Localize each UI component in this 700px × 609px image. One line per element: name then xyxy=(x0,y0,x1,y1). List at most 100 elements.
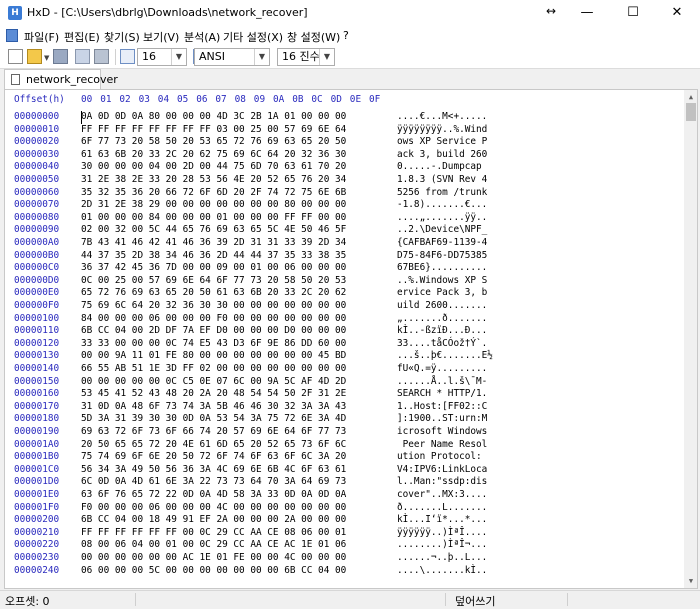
row-decoded-text[interactable]: „.......ð....... xyxy=(397,313,487,324)
row-hex-bytes[interactable]: 53 45 41 52 43 48 20 2A 20 48 54 54 50 2… xyxy=(81,388,346,399)
row-hex-bytes[interactable]: 01 00 00 00 84 00 00 00 01 00 00 00 FF F… xyxy=(81,212,346,223)
row-decoded-text[interactable]: ution Protocol: xyxy=(397,451,487,462)
row-hex-bytes[interactable]: 35 32 35 36 20 66 72 6F 6D 20 2F 74 72 7… xyxy=(81,187,346,198)
row-hex-bytes[interactable]: 6F 77 73 20 58 50 20 53 65 72 76 69 63 6… xyxy=(81,136,346,147)
row-hex-bytes[interactable]: 33 33 00 00 00 0C 74 E5 43 D3 6F 9E 86 D… xyxy=(81,338,346,349)
row-decoded-text[interactable]: ......Å..l.š\¯M- xyxy=(397,376,487,387)
row-decoded-text[interactable]: Peer Name Resol xyxy=(397,439,488,450)
row-hex-bytes[interactable]: FF FF FF FF FF FF 00 0C 29 CC AA CE 08 0… xyxy=(81,527,346,538)
row-decoded-text[interactable]: 33....tåCÓož†Ý`. xyxy=(397,338,487,349)
row-decoded-text[interactable]: ervice Pack 3, b xyxy=(397,287,487,298)
menu-view[interactable]: 보기(V) xyxy=(143,29,179,45)
row-decoded-text[interactable]: ..2.\Device\NPF_ xyxy=(397,224,487,235)
row-hex-bytes[interactable]: 00 00 00 00 00 0C C5 0E 07 6C 00 9A 5C A… xyxy=(81,376,346,387)
offset-base-select[interactable]: 16 진수 ▼ xyxy=(277,48,335,66)
menu-window[interactable]: 창 설정(W) xyxy=(287,29,340,45)
menu-search[interactable]: 찾기(S) xyxy=(104,29,140,45)
menu-edit[interactable]: 편집(E) xyxy=(64,29,100,45)
row-decoded-text[interactable]: cover"..MX:3.... xyxy=(397,489,487,500)
row-decoded-text[interactable]: 1..Host:[FF02::C xyxy=(397,401,487,412)
row-decoded-text[interactable]: l..Man:"ssdp:dis xyxy=(397,476,487,487)
row-hex-bytes[interactable]: 6C 0D 0A 4D 61 6E 3A 22 73 73 64 70 3A 6… xyxy=(81,476,346,487)
row-decoded-text[interactable]: 1.8.3 (SVN Rev 4 xyxy=(397,174,487,185)
row-hex-bytes[interactable]: 7B 43 41 46 42 41 46 36 39 2D 31 31 33 3… xyxy=(81,237,346,248)
row-decoded-text[interactable]: D75-84F6-DD75385 xyxy=(397,250,487,261)
vertical-scrollbar[interactable]: ▲ ▼ xyxy=(684,90,697,588)
row-decoded-text[interactable]: 67BE6}.......... xyxy=(397,262,487,273)
row-decoded-text[interactable]: ....„.......ÿÿ.. xyxy=(397,212,487,223)
row-decoded-text[interactable]: ack 3, build 260 xyxy=(397,149,487,160)
row-hex-bytes[interactable]: 08 00 06 04 00 01 00 0C 29 CC AA CE AC 1… xyxy=(81,539,346,550)
new-file-icon[interactable] xyxy=(8,49,23,64)
row-hex-bytes[interactable]: 5D 3A 31 39 30 30 0D 0A 53 54 3A 75 72 6… xyxy=(81,413,346,424)
row-hex-bytes[interactable]: 65 72 76 69 63 65 20 50 61 63 6B 20 33 2… xyxy=(81,287,346,298)
scrollbar-thumb[interactable] xyxy=(686,103,696,121)
row-hex-bytes[interactable]: 02 00 32 00 5C 44 65 76 69 63 65 5C 4E 5… xyxy=(81,224,346,235)
row-hex-bytes[interactable]: 2D 31 2E 38 29 00 00 00 00 00 00 00 80 0… xyxy=(81,199,346,210)
hex-editor[interactable]: Offset(h) 00 01 02 03 04 05 06 07 08 09 0A 0B 0C 0D 0E… xyxy=(4,89,698,589)
row-hex-bytes[interactable]: FF FF FF FF FF FF FF FF 03 00 25 00 57 6… xyxy=(81,124,346,135)
minimize-button[interactable]: — xyxy=(564,0,610,26)
row-hex-bytes[interactable]: 6B CC 04 00 18 49 91 EF 2A 00 00 00 2A 0… xyxy=(81,514,346,525)
row-decoded-text[interactable]: ð.......L....... xyxy=(397,502,487,513)
row-decoded-text[interactable]: ........)ÌªÎ¬... xyxy=(397,539,487,550)
row-hex-bytes[interactable]: 44 37 35 2D 38 34 46 36 2D 44 44 37 35 3… xyxy=(81,250,346,261)
row-decoded-text[interactable]: kÌ...I‘ï*...*... xyxy=(397,514,487,525)
row-hex-bytes[interactable]: F0 00 00 00 06 00 00 00 4C 00 00 00 00 0… xyxy=(81,502,346,513)
row-decoded-text[interactable]: -1.8).......€... xyxy=(397,199,487,210)
row-hex-bytes[interactable]: 00 00 9A 11 01 FE 80 00 00 00 00 00 00 0… xyxy=(81,350,346,361)
row-hex-bytes[interactable]: 6B CC 04 00 2D DF 7A EF D0 00 00 00 D0 0… xyxy=(81,325,346,336)
row-decoded-text[interactable]: ....\.......kÌ.. xyxy=(397,565,487,576)
row-hex-bytes[interactable]: 06 00 00 00 5C 00 00 00 00 00 00 00 6B C… xyxy=(81,565,346,576)
save-disk-icon[interactable] xyxy=(53,49,68,64)
row-hex-bytes[interactable]: 0A 0D 0D 0A 80 00 00 00 4D 3C 2B 1A 01 0… xyxy=(81,111,346,122)
row-decoded-text[interactable]: 5256 from /trunk xyxy=(397,187,487,198)
row-hex-bytes[interactable]: 36 37 42 45 36 7D 00 00 09 00 01 00 06 0… xyxy=(81,262,346,273)
open-dropdown-icon[interactable]: ▼ xyxy=(44,54,49,62)
scroll-up-icon[interactable]: ▲ xyxy=(684,90,697,104)
row-hex-bytes[interactable]: 66 55 AB 51 1E 3D FF 02 00 00 00 00 00 0… xyxy=(81,363,346,374)
row-hex-bytes[interactable]: 0C 00 25 00 57 69 6E 64 6F 77 73 20 58 5… xyxy=(81,275,346,286)
row-decoded-text[interactable]: ÿÿÿÿÿÿÿÿ..%.Wind xyxy=(397,124,487,135)
close-button[interactable]: ✕ xyxy=(654,0,700,26)
row-hex-bytes[interactable]: 61 63 6B 20 33 2C 20 62 75 69 6C 64 20 3… xyxy=(81,149,346,160)
row-decoded-text[interactable]: V4:IPV6:LinkLoca xyxy=(397,464,487,475)
open-disk-icon[interactable] xyxy=(75,49,90,64)
row-hex-bytes[interactable]: 75 69 6C 64 20 32 36 30 30 00 00 00 00 0… xyxy=(81,300,346,311)
open-folder-icon[interactable] xyxy=(27,49,42,64)
row-decoded-text[interactable]: kÌ..-ßzïÐ...Ð... xyxy=(397,325,487,336)
row-decoded-text[interactable]: fU«Q.=ÿ......... xyxy=(397,363,487,374)
row-decoded-text[interactable]: ows XP Service P xyxy=(397,136,487,147)
row-hex-bytes[interactable]: 20 50 65 65 72 20 4E 61 6D 65 20 52 65 7… xyxy=(81,439,346,450)
row-decoded-text[interactable]: ÿÿÿÿÿÿ..)ÌªÎ.... xyxy=(397,527,487,538)
row-decoded-text[interactable]: icrosoft Windows xyxy=(397,426,487,437)
row-hex-bytes[interactable]: 63 6F 76 65 72 22 0D 0A 4D 58 3A 33 0D 0… xyxy=(81,489,346,500)
row-hex-bytes[interactable]: 56 34 3A 49 50 56 36 3A 4C 69 6E 6B 4C 6… xyxy=(81,464,346,475)
row-hex-bytes[interactable]: 31 2E 38 2E 33 20 28 53 56 4E 20 52 65 7… xyxy=(81,174,346,185)
menu-extras[interactable]: 기타 설정(X) xyxy=(223,29,283,45)
row-decoded-text[interactable]: SEARCH * HTTP/1. xyxy=(397,388,487,399)
menu-help[interactable]: ? xyxy=(343,29,349,42)
row-hex-bytes[interactable]: 00 00 00 00 00 00 AC 1E 01 FE 00 00 4C 0… xyxy=(81,552,346,563)
menu-analysis[interactable]: 분석(A) xyxy=(184,29,220,45)
scroll-down-icon[interactable]: ▼ xyxy=(684,574,697,588)
row-decoded-text[interactable]: uild 2600....... xyxy=(397,300,487,311)
row-hex-bytes[interactable]: 31 0D 0A 48 6F 73 74 3A 5B 46 46 30 32 3… xyxy=(81,401,346,412)
open-ram-icon[interactable] xyxy=(94,49,109,64)
row-decoded-text[interactable]: 0.....-.Dumpcap xyxy=(397,161,487,172)
row-decoded-text[interactable]: ..%.Windows XP S xyxy=(397,275,487,286)
row-decoded-text[interactable]: ]:1900..ST:urn:M xyxy=(397,413,487,424)
row-decoded-text[interactable]: ......¬..þ..L... xyxy=(397,552,487,563)
row-hex-bytes[interactable]: 75 74 69 6F 6E 20 50 72 6F 74 6F 63 6F 6… xyxy=(81,451,346,462)
row-hex-bytes[interactable]: 69 63 72 6F 73 6F 66 74 20 57 69 6E 64 6… xyxy=(81,426,346,437)
maximize-button[interactable]: ☐ xyxy=(610,0,656,26)
row-decoded-text[interactable]: {CAFBAF69-1139-4 xyxy=(397,237,487,248)
charset-select[interactable]: ANSI ▼ xyxy=(194,48,270,66)
row-decoded-text[interactable]: ....€...M<+..... xyxy=(397,111,487,122)
document-menu-icon[interactable] xyxy=(6,29,18,42)
bytes-per-row-select[interactable]: 16 ▼ xyxy=(137,48,187,66)
row-hex-bytes[interactable]: 84 00 00 00 06 00 00 00 F0 00 00 00 00 0… xyxy=(81,313,346,324)
row-hex-bytes[interactable]: 30 00 00 00 04 00 2D 00 44 75 6D 70 63 6… xyxy=(81,161,346,172)
row-decoded-text[interactable]: ...š..þ€.......E½ xyxy=(397,350,493,361)
tab-network-recover[interactable]: network_recover xyxy=(4,69,118,89)
